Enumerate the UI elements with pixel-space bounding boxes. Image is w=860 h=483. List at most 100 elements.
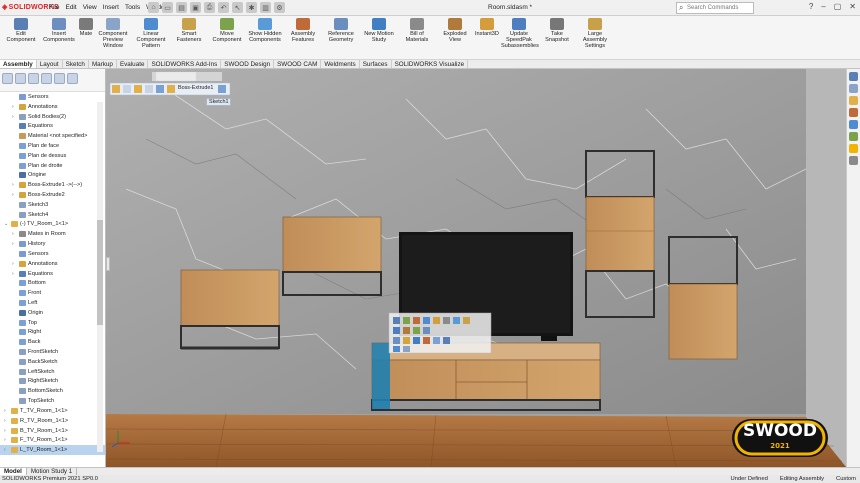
save-icon[interactable]: ▣ xyxy=(190,2,201,13)
ribbon-smart-fasteners-button[interactable]: Smart Fasteners xyxy=(170,16,208,43)
tree-item[interactable]: › Equations xyxy=(0,269,105,279)
expand-arrow-icon[interactable]: › xyxy=(4,428,9,434)
search-commands-input[interactable]: Search Commands xyxy=(676,2,754,14)
expand-arrow-icon[interactable]: › xyxy=(4,437,9,443)
tree-item[interactable]: › History xyxy=(0,239,105,249)
ribbon-exploded-view-button[interactable]: Exploded View xyxy=(436,16,474,43)
ribbon-instant3d-button[interactable]: Instant3D xyxy=(474,16,500,37)
expand-arrow-icon[interactable]: › xyxy=(4,418,9,424)
configuration-manager-icon[interactable] xyxy=(28,73,39,84)
tree-item[interactable]: Sketch3 xyxy=(0,200,105,210)
menu-edit[interactable]: Edit xyxy=(65,4,76,11)
file-explorer-icon[interactable] xyxy=(849,96,858,105)
display-manager-icon[interactable] xyxy=(54,73,65,84)
tab-swood-design[interactable]: SWOOD Design xyxy=(221,60,275,68)
swood-tree-icon[interactable] xyxy=(67,73,78,84)
tab-solidworks-add-ins[interactable]: SOLIDWORKS Add-Ins xyxy=(148,60,222,68)
tree-item[interactable]: › Boss-Extrude2 xyxy=(0,190,105,200)
ribbon-component-preview-window-button[interactable]: Component Preview Window xyxy=(94,16,132,50)
expand-arrow-icon[interactable]: › xyxy=(12,241,17,247)
tree-item[interactable]: › Solid Bodies(2) xyxy=(0,112,105,122)
tree-item[interactable]: Top xyxy=(0,318,105,328)
tree-item[interactable]: Plan de dessus xyxy=(0,151,105,161)
expand-arrow-icon[interactable]: › xyxy=(12,231,17,237)
tab-assembly[interactable]: Assembly xyxy=(0,60,37,68)
tree-item[interactable]: FrontSketch xyxy=(0,347,105,357)
status-units[interactable]: Custom xyxy=(836,476,856,482)
tree-item[interactable]: LeftSketch xyxy=(0,367,105,377)
ribbon-mate-button[interactable]: Mate xyxy=(78,16,94,37)
model-tab-model[interactable]: Model xyxy=(0,468,27,475)
menu-insert[interactable]: Insert xyxy=(103,4,119,11)
print-icon[interactable]: ⎙ xyxy=(204,2,215,13)
tree-item[interactable]: Origine xyxy=(0,171,105,181)
appearances-icon[interactable] xyxy=(849,120,858,129)
tab-sketch[interactable]: Sketch xyxy=(63,60,89,68)
tree-item[interactable]: Sketch4 xyxy=(0,210,105,220)
ribbon-move-component-button[interactable]: Move Component xyxy=(208,16,246,43)
tab-weldments[interactable]: Weldments xyxy=(321,60,360,68)
select-icon[interactable]: ↖ xyxy=(232,2,243,13)
tree-item[interactable]: › F_TV_Room_1<1> xyxy=(0,435,105,445)
expand-arrow-icon[interactable]: › xyxy=(12,114,17,120)
tree-item[interactable]: › Mates in Room xyxy=(0,229,105,239)
tree-item[interactable]: › T_TV_Room_1<1> xyxy=(0,406,105,416)
options-icon[interactable]: ⚙ xyxy=(274,2,285,13)
ribbon-show-hidden-components-button[interactable]: Show Hidden Components xyxy=(246,16,284,43)
custom-properties-icon[interactable] xyxy=(849,132,858,141)
tree-item[interactable]: Bottom xyxy=(0,278,105,288)
tree-item[interactable]: RightSketch xyxy=(0,377,105,387)
tree-item[interactable]: Right xyxy=(0,328,105,338)
close-icon[interactable]: ✕ xyxy=(849,2,856,11)
breadcrumb-sketch[interactable]: Sketch1 xyxy=(206,98,232,106)
menu-view[interactable]: View xyxy=(83,4,97,11)
expand-arrow-icon[interactable]: › xyxy=(12,271,17,277)
expand-arrow-icon[interactable]: › xyxy=(12,104,17,110)
tree-item[interactable]: Origin xyxy=(0,308,105,318)
ribbon-insert-components-button[interactable]: Insert Components xyxy=(40,16,78,43)
ribbon-large-assembly-settings-button[interactable]: Large Assembly Settings xyxy=(576,16,614,50)
tree-item[interactable]: › Boss-Extrude1 ->(-->) xyxy=(0,180,105,190)
menu-file[interactable]: File xyxy=(49,4,59,11)
expand-arrow-icon[interactable]: › xyxy=(4,408,9,414)
ribbon-assembly-features-button[interactable]: Assembly Features xyxy=(284,16,322,43)
tree-item[interactable]: › R_TV_Room_1<1> xyxy=(0,416,105,426)
tab-solidworks-visualize[interactable]: SOLIDWORKS Visualize xyxy=(392,60,469,68)
home-icon[interactable]: ⌂ xyxy=(148,2,159,13)
file-properties-icon[interactable]: ▥ xyxy=(260,2,271,13)
expand-arrow-icon[interactable]: › xyxy=(12,192,17,198)
graphics-area[interactable]: Boss-Extrude1 Sketch1 SWOOD 2021 xyxy=(106,69,846,467)
expand-arrow-icon[interactable]: › xyxy=(12,261,17,267)
help-icon[interactable]: ? xyxy=(809,2,813,11)
tree-item[interactable]: Back xyxy=(0,337,105,347)
swood-library-icon[interactable] xyxy=(849,144,858,153)
design-library-icon[interactable] xyxy=(849,84,858,93)
ribbon-linear-component-pattern-button[interactable]: Linear Component Pattern xyxy=(132,16,170,50)
model-tab-motion-study-1[interactable]: Motion Study 1 xyxy=(27,468,78,475)
feature-manager-icon[interactable] xyxy=(2,73,13,84)
tree-item[interactable]: ⌄ (-) TV_Room_1<1> xyxy=(0,220,105,230)
ribbon-reference-geometry-button[interactable]: Reference Geometry xyxy=(322,16,360,43)
expand-arrow-icon[interactable]: › xyxy=(12,182,17,188)
tree-item[interactable]: Sensors xyxy=(0,92,105,102)
view-palette-icon[interactable] xyxy=(849,108,858,117)
tab-layout[interactable]: Layout xyxy=(37,60,63,68)
ribbon-take-snapshot-button[interactable]: Take Snapshot xyxy=(538,16,576,43)
maximize-icon[interactable]: ▢ xyxy=(834,2,842,11)
tree-scrollbar-thumb[interactable] xyxy=(97,220,103,325)
minimize-icon[interactable]: – xyxy=(821,2,825,11)
tree-item[interactable]: BottomSketch xyxy=(0,386,105,396)
tree-item[interactable]: Plan de face xyxy=(0,141,105,151)
tree-item[interactable]: Left xyxy=(0,298,105,308)
tree-item[interactable]: › B_TV_Room_1<1> xyxy=(0,426,105,436)
panel-collapse-handle[interactable] xyxy=(106,257,110,271)
breadcrumb-item-boss-extrude1[interactable]: Boss-Extrude1 xyxy=(176,85,216,91)
tree-item[interactable]: Front xyxy=(0,288,105,298)
open-icon[interactable]: ▤ xyxy=(176,2,187,13)
menu-tools[interactable]: Tools xyxy=(125,4,140,11)
tree-item[interactable]: Material <not specified> xyxy=(0,131,105,141)
tree-item[interactable]: Plan de droite xyxy=(0,161,105,171)
expand-arrow-icon[interactable]: › xyxy=(4,447,9,453)
tree-item[interactable]: › Annotations xyxy=(0,259,105,269)
tree-item[interactable]: › L_TV_Room_1<1> xyxy=(0,445,105,456)
